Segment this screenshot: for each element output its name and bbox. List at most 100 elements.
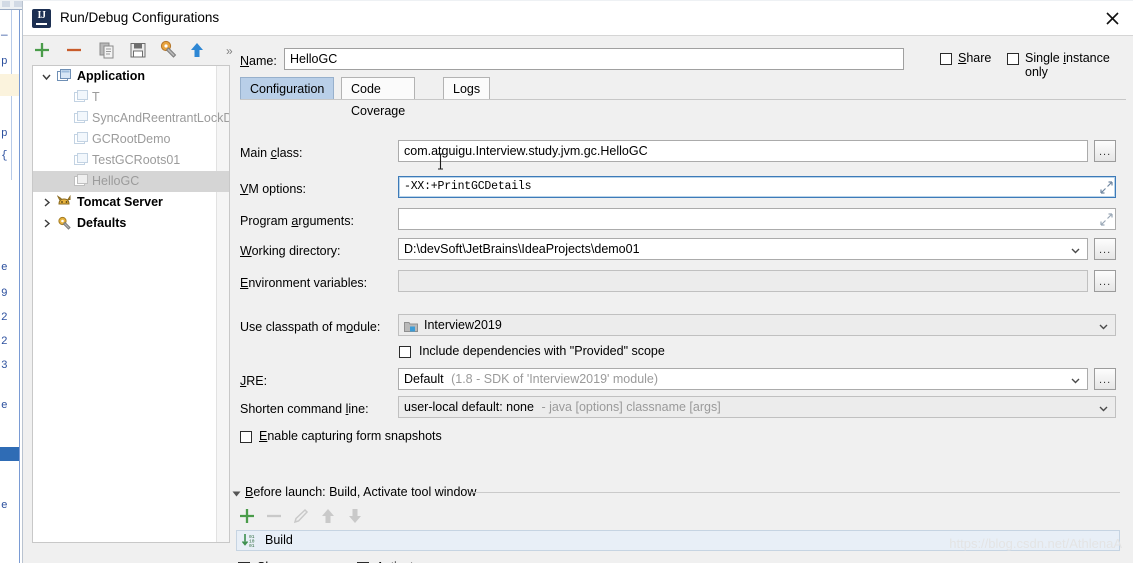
name-input[interactable]: HelloGC	[284, 48, 904, 70]
enable-capturing-checkbox[interactable]	[240, 431, 252, 443]
run-config-icon	[74, 111, 89, 125]
program-arguments-input[interactable]	[398, 208, 1116, 230]
run-config-icon	[74, 153, 89, 167]
vm-options-input[interactable]: -XX:+PrintGCDetails	[398, 176, 1116, 198]
share-label[interactable]: Share	[958, 51, 991, 65]
configuration-editor-pane: Name: HelloGC Share Single instance only…	[228, 35, 1133, 563]
tree-item-label: HelloGC	[92, 174, 140, 188]
configurations-toolbar: »	[23, 35, 233, 65]
main-class-label: Main class:	[240, 146, 303, 160]
chevron-down-icon[interactable]	[41, 71, 52, 82]
before-launch-edit-button[interactable]	[290, 505, 312, 527]
build-icon: 01 10 01	[241, 533, 259, 552]
tree-group-tomcat-server[interactable]: Tomcat Server	[33, 192, 229, 213]
tree-item-testgcroots01[interactable]: TestGCRoots01	[33, 150, 229, 171]
tree-group-application[interactable]: Application	[33, 66, 229, 87]
working-directory-label: Working directory:	[240, 244, 341, 258]
single-instance-checkbox[interactable]	[1007, 53, 1019, 65]
module-icon	[404, 319, 418, 332]
text-cursor	[437, 153, 444, 170]
tree-item-hellogc[interactable]: HelloGC	[33, 171, 229, 192]
chevron-right-icon[interactable]	[41, 218, 52, 229]
expand-editor-icon[interactable]	[1100, 213, 1113, 226]
enable-capturing-label[interactable]: Enable capturing form snapshots	[259, 429, 442, 443]
before-launch-task-label: Build	[265, 533, 293, 547]
add-configuration-button[interactable]	[31, 39, 53, 61]
use-classpath-of-module-dropdown-icon[interactable]	[1097, 320, 1110, 333]
background-editor-strip: — p / p { e 9 2 2 3 e e	[0, 0, 22, 563]
intellij-idea-icon: IJ	[32, 9, 51, 28]
shorten-command-line-hint: - java [options] classname [args]	[541, 400, 721, 414]
shorten-command-line-label: Shorten command line:	[240, 402, 369, 416]
tree-item-t[interactable]: T	[33, 87, 229, 108]
expand-editor-icon[interactable]	[1100, 181, 1113, 194]
run-config-icon	[74, 174, 89, 188]
jre-label: JRE:	[240, 374, 268, 388]
jre-value-hint: (1.8 - SDK of 'Interview2019' module)	[451, 372, 659, 386]
tree-item-gcrootdemo[interactable]: GCRootDemo	[33, 129, 229, 150]
before-launch-move-down-button[interactable]	[344, 505, 366, 527]
save-configuration-button[interactable]	[127, 39, 149, 61]
editor-selection-marker	[0, 447, 19, 461]
edit-templates-button[interactable]	[157, 39, 179, 61]
jre-combo[interactable]: Default (1.8 - SDK of 'Interview2019' mo…	[398, 368, 1088, 390]
shorten-command-line-dropdown-icon[interactable]	[1097, 402, 1110, 415]
tree-item-label: T	[92, 90, 100, 104]
configurations-tree: Application T SyncAndReentrantLockD GCRo…	[32, 65, 230, 543]
include-provided-checkbox[interactable]	[399, 346, 411, 358]
watermark: https://blog.csdn.net/AthlenaA	[949, 536, 1122, 551]
single-instance-label[interactable]: Single instance only	[1025, 51, 1133, 79]
jre-dropdown-icon[interactable]	[1069, 374, 1082, 387]
run-debug-configurations-dialog: IJ Run/Debug Configurations » Applicatio…	[22, 1, 1133, 563]
vm-options-label: VM options:	[240, 182, 307, 196]
use-classpath-of-module-label: Use classpath of module:	[240, 320, 381, 334]
application-icon	[57, 69, 72, 83]
tab-logs[interactable]: Logs	[443, 77, 491, 100]
dialog-title: Run/Debug Configurations	[60, 10, 220, 25]
tree-item-label: SyncAndReentrantLockD	[92, 111, 230, 125]
tree-group-label: Tomcat Server	[77, 195, 163, 209]
tab-code-coverage[interactable]: Code Coverage	[341, 77, 416, 118]
working-directory-input[interactable]: D:\devSoft\JetBrains\IdeaProjects\demo01	[398, 238, 1088, 260]
tree-item-syncandreentrantlockd[interactable]: SyncAndReentrantLockD	[33, 108, 229, 129]
close-icon[interactable]	[1090, 1, 1133, 34]
jre-value: Default	[404, 372, 444, 386]
chevron-right-icon[interactable]	[41, 197, 52, 208]
tree-item-label: GCRootDemo	[92, 132, 171, 146]
environment-variables-browse-button[interactable]: ...	[1094, 270, 1116, 292]
tree-group-label: Defaults	[77, 216, 127, 230]
environment-variables-input[interactable]	[398, 270, 1088, 292]
environment-variables-label: Environment variables:	[240, 276, 368, 290]
collapse-triangle-icon[interactable]	[232, 491, 241, 497]
name-label-rest: ame:	[249, 54, 277, 68]
main-class-input[interactable]: com.atguigu.Interview.study.jvm.gc.Hello…	[398, 140, 1088, 162]
name-label: Name:	[240, 54, 277, 68]
tomcat-icon	[56, 194, 72, 209]
use-classpath-of-module-combo[interactable]: Interview2019	[398, 314, 1116, 336]
move-up-button[interactable]	[186, 39, 208, 61]
program-arguments-label: Program arguments:	[240, 214, 354, 228]
run-config-icon	[74, 132, 89, 146]
tree-group-defaults[interactable]: Defaults	[33, 213, 229, 234]
working-directory-browse-button[interactable]: ...	[1094, 238, 1116, 260]
include-provided-label[interactable]: Include dependencies with "Provided" sco…	[419, 344, 665, 358]
shorten-command-line-combo[interactable]: user-local default: none - java [options…	[398, 396, 1116, 418]
before-launch-move-up-button[interactable]	[317, 505, 339, 527]
before-launch-separator	[472, 492, 1120, 493]
main-class-browse-button[interactable]: ...	[1094, 140, 1116, 162]
tab-configuration[interactable]: Configuration	[240, 77, 335, 100]
share-checkbox[interactable]	[940, 53, 952, 65]
working-directory-dropdown-icon[interactable]	[1069, 244, 1082, 257]
run-config-icon	[74, 90, 89, 104]
svg-text:01: 01	[249, 543, 255, 549]
before-launch-remove-button[interactable]	[263, 505, 285, 527]
shorten-command-line-value: user-local default: none	[404, 400, 534, 414]
tree-group-label: Application	[77, 69, 146, 83]
copy-configuration-button[interactable]	[96, 39, 118, 61]
use-classpath-of-module-value: Interview2019	[424, 318, 502, 332]
before-launch-add-button[interactable]	[236, 505, 258, 527]
jre-browse-button[interactable]: ...	[1094, 368, 1116, 390]
remove-configuration-button[interactable]	[63, 39, 85, 61]
tree-item-label: TestGCRoots01	[92, 153, 181, 167]
tabs-underline	[240, 99, 1126, 100]
